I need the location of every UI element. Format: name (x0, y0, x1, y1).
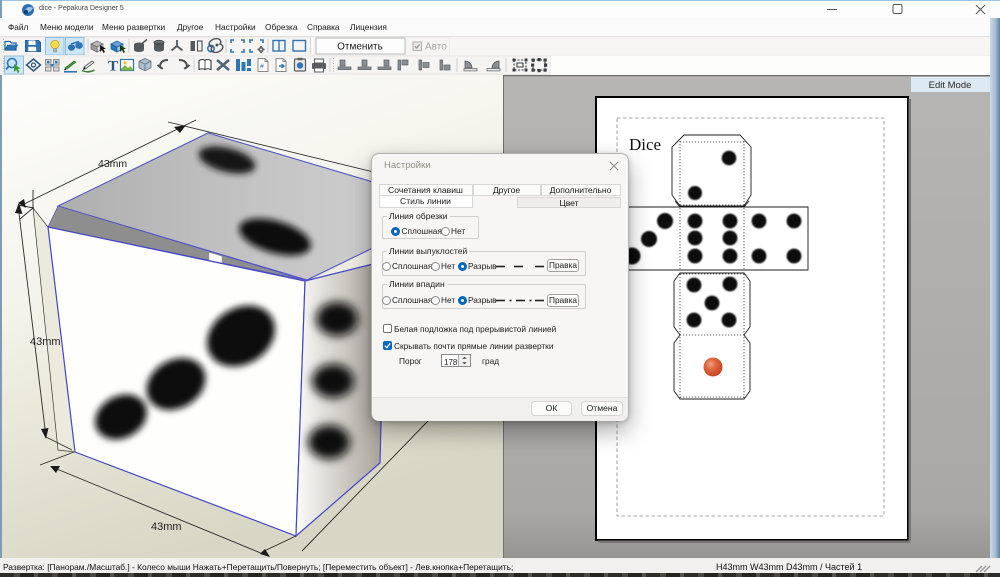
svg-text:Отменить: Отменить (337, 42, 383, 53)
svg-text:Авто: Авто (425, 42, 447, 53)
svg-text:Dice: Dice (629, 135, 661, 154)
svg-text:43mm: 43mm (151, 521, 182, 533)
svg-text:43mm: 43mm (30, 336, 61, 348)
svg-text:Edit Mode: Edit Mode (929, 80, 972, 91)
svg-text:43mm: 43mm (98, 158, 127, 170)
svg-text:#: # (260, 64, 264, 71)
svg-text:T: T (108, 59, 118, 75)
